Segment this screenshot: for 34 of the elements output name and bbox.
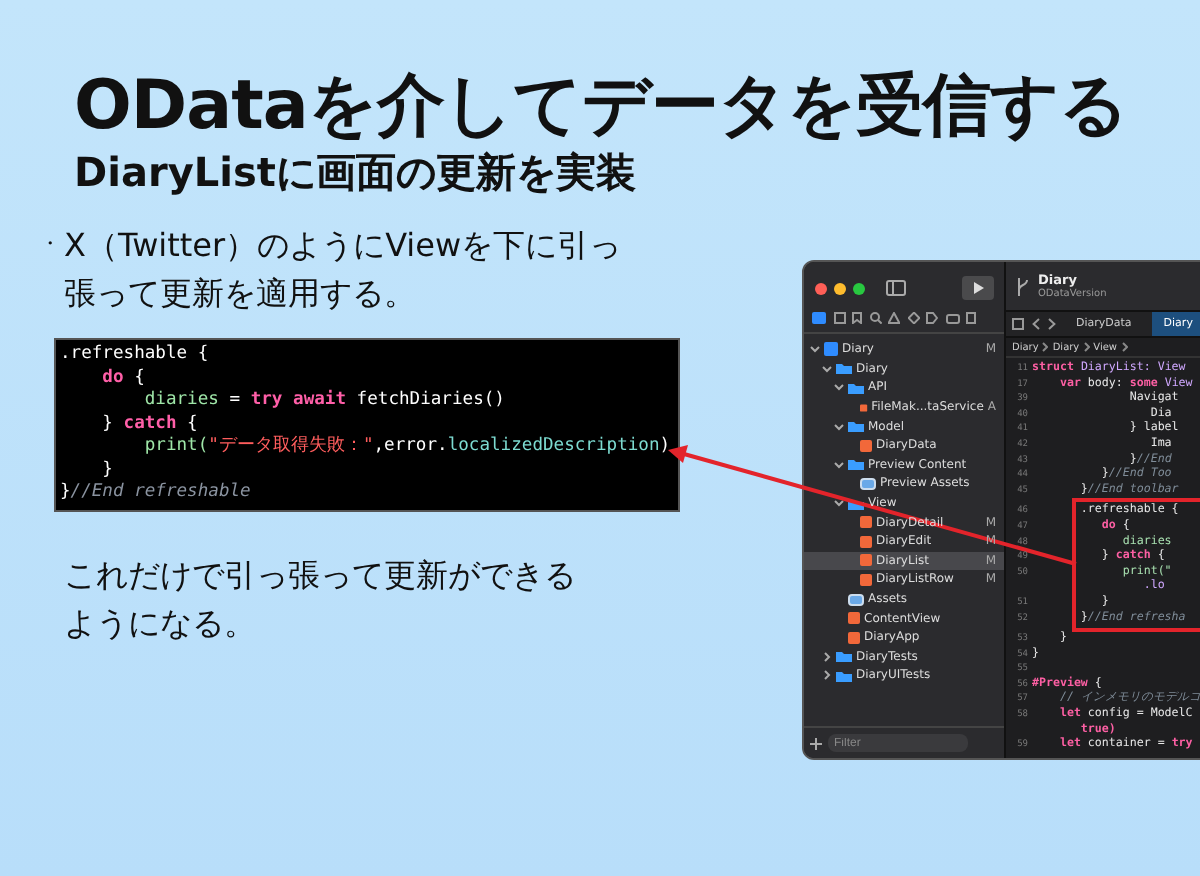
run-icon[interactable] [962,276,994,300]
search-icon[interactable] [869,312,881,324]
code-snippet: .refreshable { do { diaries = try await fetchDiaries() } catch { print("データ取得失敗：",error.localizedDescription) } }//End refreshable [54,338,681,511]
bullet-marker: ・ [40,232,62,260]
slide-title: ODataを介してデータを受信する [74,66,1130,146]
sidebar-toggle-icon[interactable] [886,280,906,296]
chevron-icon[interactable] [834,459,844,470]
rectangle-icon[interactable] [945,313,959,323]
forward-icon[interactable] [1048,318,1056,330]
back-icon[interactable] [1032,318,1040,330]
slide-subtitle: DiaryListに画面の更新を実装 [74,146,638,198]
square-icon[interactable] [833,312,845,324]
highlight-rectangle [1072,498,1200,633]
project-icon [824,342,838,357]
swift-file-icon [860,439,872,452]
traffic-lights-icon [814,281,870,295]
chevron-icon[interactable] [834,421,844,432]
grid-icon[interactable] [1012,318,1024,330]
note-text: これだけで引っ張って更新ができるようになる。 [64,553,578,645]
assets-icon [860,477,876,490]
bookmark-icon[interactable] [852,312,862,324]
chevron-icon[interactable] [834,498,844,509]
bullet-text: X（Twitter）のようにViewを下に引っ張って更新を適用する。 [64,224,624,316]
warning-icon[interactable] [888,312,900,324]
branch-icon [1016,277,1030,295]
assets-icon [848,593,864,606]
swift-file-icon [860,401,868,414]
diamond-icon[interactable] [907,312,919,324]
chevron-icon [1121,342,1128,352]
tag-icon[interactable] [926,312,938,324]
chevron-icon [1042,342,1049,352]
document-icon[interactable] [966,312,976,324]
chevron-icon [1083,342,1090,352]
add-icon[interactable] [810,737,822,749]
